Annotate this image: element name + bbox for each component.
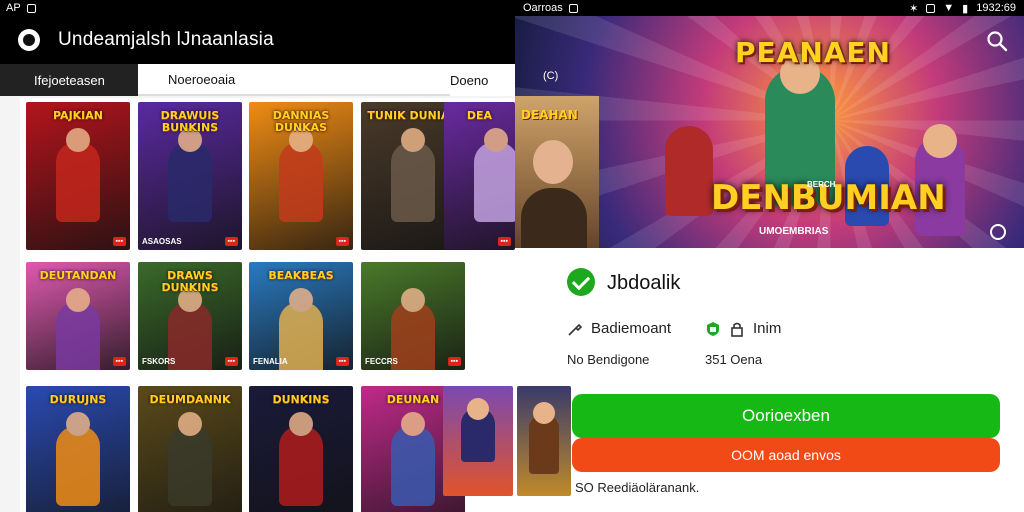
game-card-title: PAJKIAN (53, 109, 103, 122)
side-thumbnail-face (533, 140, 573, 184)
game-card-character (168, 412, 212, 506)
meta-developer-label: Badiemoant (591, 320, 672, 337)
settings-icon[interactable] (990, 224, 1006, 240)
game-card-character (474, 128, 515, 222)
banner-caption: UMOEMBRIAS (759, 226, 829, 237)
game-card-title: DRAWUIS BUNKINS (160, 109, 220, 134)
game-card-caption: ASAOSAS (142, 237, 182, 246)
game-card-character (279, 412, 323, 506)
game-card-title: DURUJNS (49, 393, 107, 406)
app-info-sheet: Jbdoalik Badiemoant Inim No Bendigone 35… (443, 248, 1024, 512)
clock: 1932:69 (976, 2, 1016, 14)
game-card[interactable]: DEUTANDAN ▪▪▪ (26, 262, 130, 370)
game-card[interactable]: PAJKIAN ▪▪▪ (26, 102, 130, 250)
game-card-caption: FSKORS (142, 357, 176, 366)
app-logo-icon[interactable] (18, 29, 40, 51)
game-card[interactable]: DURUJNS▪▪▪ (26, 386, 130, 512)
game-card[interactable]: DEUMDANNKSJAOHS▪▪▪ (138, 386, 242, 512)
game-card-character (168, 128, 212, 222)
banner-subtitle: BERCH (807, 180, 836, 189)
game-card-title: DANNIAS DUNKAS (272, 109, 330, 134)
game-card-character (56, 412, 100, 506)
tab-2[interactable]: Noeroeoaia (138, 64, 450, 96)
meta-developer: Badiemoant (567, 320, 671, 337)
search-icon[interactable] (986, 30, 1008, 52)
game-card-badge: ▪▪▪ (335, 237, 349, 246)
battery-icon: ▮ (962, 2, 969, 15)
game-card[interactable]: DRAWS DUNKINS FSKORS ▪▪▪ (138, 262, 242, 370)
game-card-badge: ▪▪▪ (224, 357, 238, 366)
game-card-title: DUNKINS (272, 393, 330, 406)
meta-category: No Bendigone (567, 352, 650, 367)
vibrate-icon (926, 3, 936, 13)
tab-1[interactable]: Ifejoeteasen (0, 64, 138, 96)
meta-rating-label: Inim (753, 320, 782, 337)
status-bar: AP (0, 0, 515, 16)
feature-banner[interactable]: PEANAEN DENBUMIAN BERCH UMOEMBRIAS (C) D… (515, 16, 1024, 248)
store-list-panel: AP Undeamjalsh lJnaanlasia Ifejoeteasen … (0, 0, 515, 512)
footer-note: SO Reediäoläranank. (575, 480, 700, 495)
banner-label: (C) (543, 70, 559, 82)
game-card[interactable]: DRAWUIS BUNKINS ASAOSAS ▪▪▪ (138, 102, 242, 250)
app-bar: Undeamjalsh lJnaanlasia (0, 16, 515, 64)
side-thumbnail-body (521, 188, 587, 248)
game-card[interactable]: FECCRS ▪▪▪ (361, 262, 465, 370)
game-card[interactable]: DANNIAS DUNKAS ▪▪▪ (249, 102, 353, 250)
meta-size: 351 Oena (705, 352, 763, 367)
bluetooth-icon: ✶ (909, 2, 919, 15)
screen: AP Undeamjalsh lJnaanlasia Ifejoeteasen … (0, 0, 1024, 512)
notification-icon (26, 3, 36, 13)
banner-character-left (665, 126, 713, 216)
banner-character-right-face (923, 124, 957, 158)
app-detail-panel: Oarroas ✶ ▼ ▮ 1932:69 PEANAEN DENBUMIAN … (443, 0, 1024, 512)
game-card-title: DEUTANDAN (39, 269, 117, 282)
verified-check-icon (567, 268, 595, 296)
install-button[interactable]: Oorioexben (572, 394, 1000, 438)
screenshot-thumbnail[interactable] (517, 386, 571, 496)
carrier-label: Oarroas (523, 2, 563, 14)
tab-3[interactable]: Doeno (450, 64, 488, 96)
status-text: AP (6, 2, 21, 14)
game-grid: PAJKIAN ▪▪▪ DRAWUIS BUNKINS ASAOSAS ▪▪▪ DANNI… (20, 98, 515, 512)
game-card-character (279, 128, 323, 222)
game-card-badge: ▪▪▪ (497, 237, 511, 246)
game-card-caption: FECCRS (365, 357, 398, 366)
notification-icon-right (568, 3, 578, 13)
game-card-badge: ▪▪▪ (112, 357, 126, 366)
app-bar-title: Undeamjalsh lJnaanlasia (58, 29, 274, 50)
game-card[interactable]: BEAKBEAS FENALIA ▪▪▪ (249, 262, 353, 370)
game-card-badge: ▪▪▪ (224, 237, 238, 246)
game-card-caption: FENALIA (253, 357, 288, 366)
banner-side-thumbnail[interactable]: DEAHAN (515, 96, 599, 248)
game-card-badge: ▪▪▪ (447, 357, 461, 366)
banner-title-top: PEANAEN (735, 36, 891, 69)
game-card-badge: ▪▪▪ (335, 357, 349, 366)
game-card-character (56, 128, 100, 222)
game-card-title: DRAWS DUNKINS (161, 269, 219, 294)
game-card[interactable]: DEA ▪▪▪ (444, 102, 515, 250)
game-card[interactable]: DUNKINS▪▪▪ (249, 386, 353, 512)
wrench-icon (568, 323, 583, 336)
game-card-character (391, 128, 435, 222)
meta-rating: Inim (705, 320, 781, 337)
app-name: Jbdoalik (607, 272, 681, 294)
game-card-character (56, 288, 100, 370)
game-card-badge: ▪▪▪ (112, 237, 126, 246)
secondary-action-button[interactable]: OOM aoad envos (572, 438, 1000, 472)
shield-icon (707, 321, 719, 336)
game-card-title: BEAKBEAS (268, 269, 334, 282)
lock-icon (731, 322, 743, 337)
wifi-icon: ▼ (943, 2, 955, 14)
tab-bar: Ifejoeteasen Noeroeoaia Doeno (0, 64, 515, 96)
game-card-title: DEA (466, 109, 493, 122)
screenshot-thumbnail[interactable] (443, 386, 513, 496)
status-bar-right: Oarroas ✶ ▼ ▮ 1932:69 (515, 0, 1024, 16)
game-card-character (391, 412, 435, 506)
side-thumbnail-title: DEAHAN (521, 108, 578, 122)
game-card-title: DEUMDANNK (149, 393, 231, 406)
